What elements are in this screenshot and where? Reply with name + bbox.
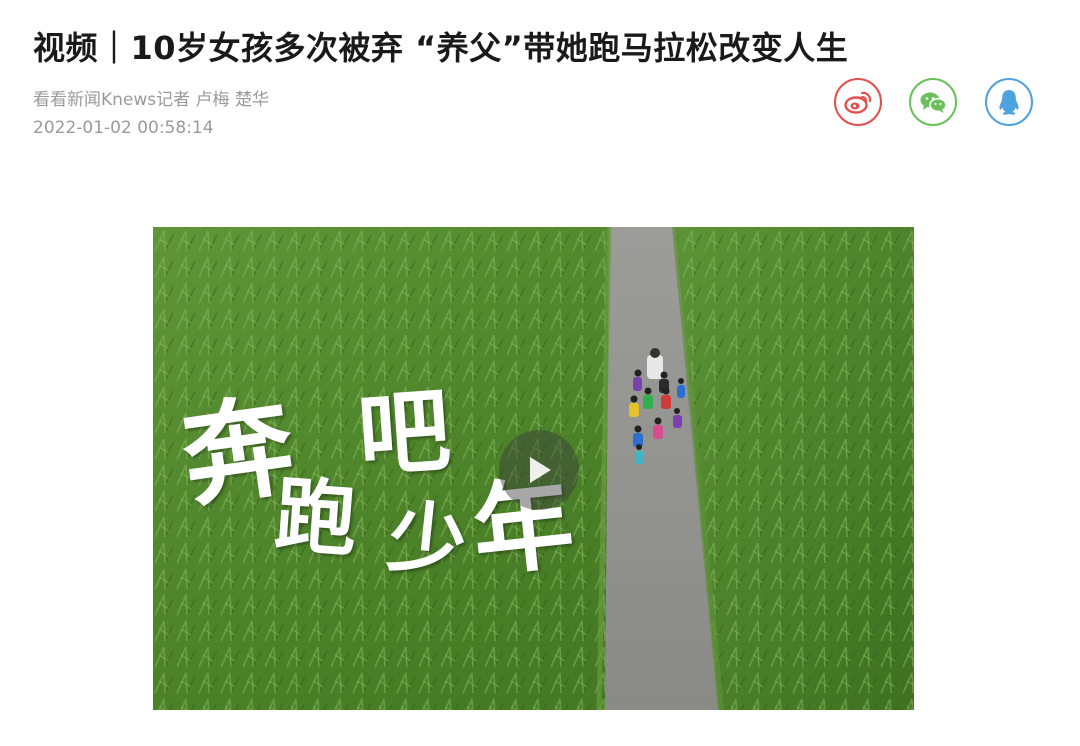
qq-penguin-icon [999,90,1019,115]
share-weibo-button[interactable] [834,78,882,126]
play-icon [530,457,551,483]
overlay-char: 少 [383,491,471,590]
article-byline: 看看新闻Knews记者 卢梅 楚华 [33,90,269,110]
article-title: 视频｜10岁女孩多次被弃 “养父”带她跑马拉松改变人生 [33,29,849,67]
share-wechat-button[interactable] [909,78,957,126]
weibo-icon [844,91,872,114]
play-button[interactable] [499,430,579,510]
overlay-char: 吧 [354,375,454,491]
wechat-icon [920,92,947,113]
video-player[interactable]: 奔 跑 吧 少 年 [153,227,914,710]
share-qq-button[interactable] [985,78,1033,126]
overlay-char: 跑 [271,467,361,569]
article-datetime: 2022-01-02 00:58:14 [33,118,214,138]
